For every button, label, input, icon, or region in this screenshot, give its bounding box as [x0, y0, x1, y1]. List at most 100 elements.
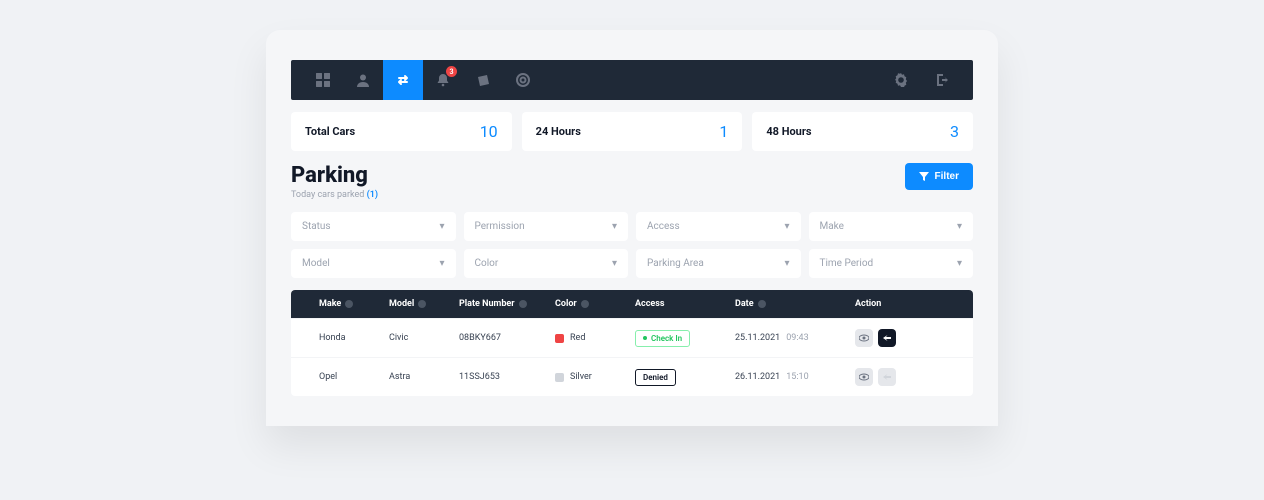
color-swatch — [555, 373, 564, 382]
filter-label: Time Period — [820, 258, 874, 269]
chevron-down-icon: ▾ — [957, 221, 962, 232]
th-access: Access — [635, 299, 735, 309]
chevron-down-icon: ▾ — [784, 258, 789, 269]
filter-label: Make — [820, 221, 844, 232]
stat-value: 3 — [950, 122, 959, 141]
stat-card-24h: 24 Hours 1 — [522, 112, 743, 151]
stat-card-48h: 48 Hours 3 — [752, 112, 973, 151]
color-name: Red — [570, 333, 585, 343]
nav-logout[interactable] — [921, 60, 961, 100]
swap-icon — [396, 73, 410, 87]
notification-badge: 3 — [446, 66, 457, 77]
th-action: Action — [855, 299, 925, 309]
cell-make: Opel — [319, 372, 389, 382]
filter-model[interactable]: Model ▾ — [291, 249, 456, 278]
filter-time-period[interactable]: Time Period ▾ — [809, 249, 974, 278]
stat-label: 24 Hours — [536, 125, 581, 138]
date-part: 26.11.2021 — [735, 372, 780, 382]
filter-button-label: Filter — [935, 171, 959, 182]
th-color[interactable]: Color — [555, 299, 635, 309]
chevron-down-icon: ▾ — [439, 221, 444, 232]
nav-tickets[interactable] — [463, 60, 503, 100]
cell-color: Red — [555, 333, 635, 343]
eye-icon — [859, 372, 869, 382]
checkout-button[interactable] — [878, 329, 896, 347]
chevron-down-icon: ▾ — [612, 221, 617, 232]
user-icon — [356, 73, 370, 87]
filter-label: Parking Area — [647, 258, 704, 269]
filter-access[interactable]: Access ▾ — [636, 212, 801, 241]
filter-permission[interactable]: Permission ▾ — [464, 212, 629, 241]
table-header: Make Model Plate Number Color Access Dat… — [291, 290, 973, 318]
sort-icon — [758, 300, 766, 308]
filter-make[interactable]: Make ▾ — [809, 212, 974, 241]
cell-action — [855, 329, 925, 347]
sort-icon — [581, 300, 589, 308]
th-model[interactable]: Model — [389, 299, 459, 309]
grid-icon — [316, 73, 330, 87]
sort-icon — [519, 300, 527, 308]
table-row: Honda Civic 08BKY667 Red Check In 25.11.… — [291, 318, 973, 357]
nav-notifications[interactable]: 3 — [423, 60, 463, 100]
filter-color[interactable]: Color ▾ — [464, 249, 629, 278]
filter-status[interactable]: Status ▾ — [291, 212, 456, 241]
cell-plate: 08BKY667 — [459, 333, 555, 343]
stat-value: 1 — [719, 122, 728, 141]
cell-color: Silver — [555, 372, 635, 382]
stat-value: 10 — [480, 122, 498, 141]
funnel-icon — [919, 172, 929, 182]
date-part: 25.11.2021 — [735, 333, 780, 343]
navbar: 3 — [291, 60, 973, 100]
cell-date: 25.11.2021 09:43 — [735, 333, 855, 343]
table-row: Opel Astra 11SSJ653 Silver Denied 26.11.… — [291, 357, 973, 396]
ticket-icon — [476, 73, 491, 88]
color-swatch — [555, 334, 564, 343]
cell-make: Honda — [319, 333, 389, 343]
nav-user[interactable] — [343, 60, 383, 100]
filter-label: Color — [475, 258, 499, 269]
view-button[interactable] — [855, 368, 873, 386]
filter-button[interactable]: Filter — [905, 163, 973, 190]
view-button[interactable] — [855, 329, 873, 347]
arrow-left-icon — [882, 372, 892, 382]
stat-label: 48 Hours — [766, 125, 811, 138]
chevron-down-icon: ▾ — [957, 258, 962, 269]
stat-label: Total Cars — [305, 125, 355, 138]
checkout-button-disabled — [878, 368, 896, 386]
time-part: 09:43 — [786, 333, 808, 343]
eye-icon — [859, 333, 869, 343]
nav-support[interactable] — [503, 60, 543, 100]
cell-date: 26.11.2021 15:10 — [735, 372, 855, 382]
subtitle-text: Today cars parked — [291, 190, 364, 200]
filter-label: Access — [647, 221, 680, 232]
arrow-left-icon — [882, 333, 892, 343]
nav-settings[interactable] — [881, 60, 921, 100]
cell-access: Denied — [635, 369, 735, 386]
page-subtitle: Today cars parked (1) — [291, 190, 378, 200]
th-date[interactable]: Date — [735, 299, 855, 309]
subtitle-count: (1) — [367, 190, 378, 200]
filters-grid: Status ▾ Permission ▾ Access ▾ Make ▾ Mo… — [291, 212, 973, 278]
cell-model: Civic — [389, 333, 459, 343]
page-title: Parking — [291, 163, 378, 188]
stats-row: Total Cars 10 24 Hours 1 48 Hours 3 — [291, 112, 973, 151]
filter-label: Model — [302, 258, 330, 269]
access-badge-checkin: Check In — [635, 330, 690, 347]
cell-action — [855, 368, 925, 386]
access-badge-denied: Denied — [635, 369, 676, 386]
nav-transfers[interactable] — [383, 60, 423, 100]
th-make[interactable]: Make — [319, 299, 389, 309]
th-plate[interactable]: Plate Number — [459, 299, 555, 309]
color-name: Silver — [570, 372, 592, 382]
app-window: 3 Total Cars 10 24 Hours 1 48 Hours 3 — [266, 30, 998, 426]
filter-label: Permission — [475, 221, 525, 232]
gear-icon — [894, 73, 908, 87]
filter-parking-area[interactable]: Parking Area ▾ — [636, 249, 801, 278]
nav-dashboard[interactable] — [303, 60, 343, 100]
cell-model: Astra — [389, 372, 459, 382]
sort-icon — [418, 300, 426, 308]
logout-icon — [934, 73, 948, 87]
chevron-down-icon: ▾ — [784, 221, 789, 232]
stat-card-total: Total Cars 10 — [291, 112, 512, 151]
filter-label: Status — [302, 221, 331, 232]
